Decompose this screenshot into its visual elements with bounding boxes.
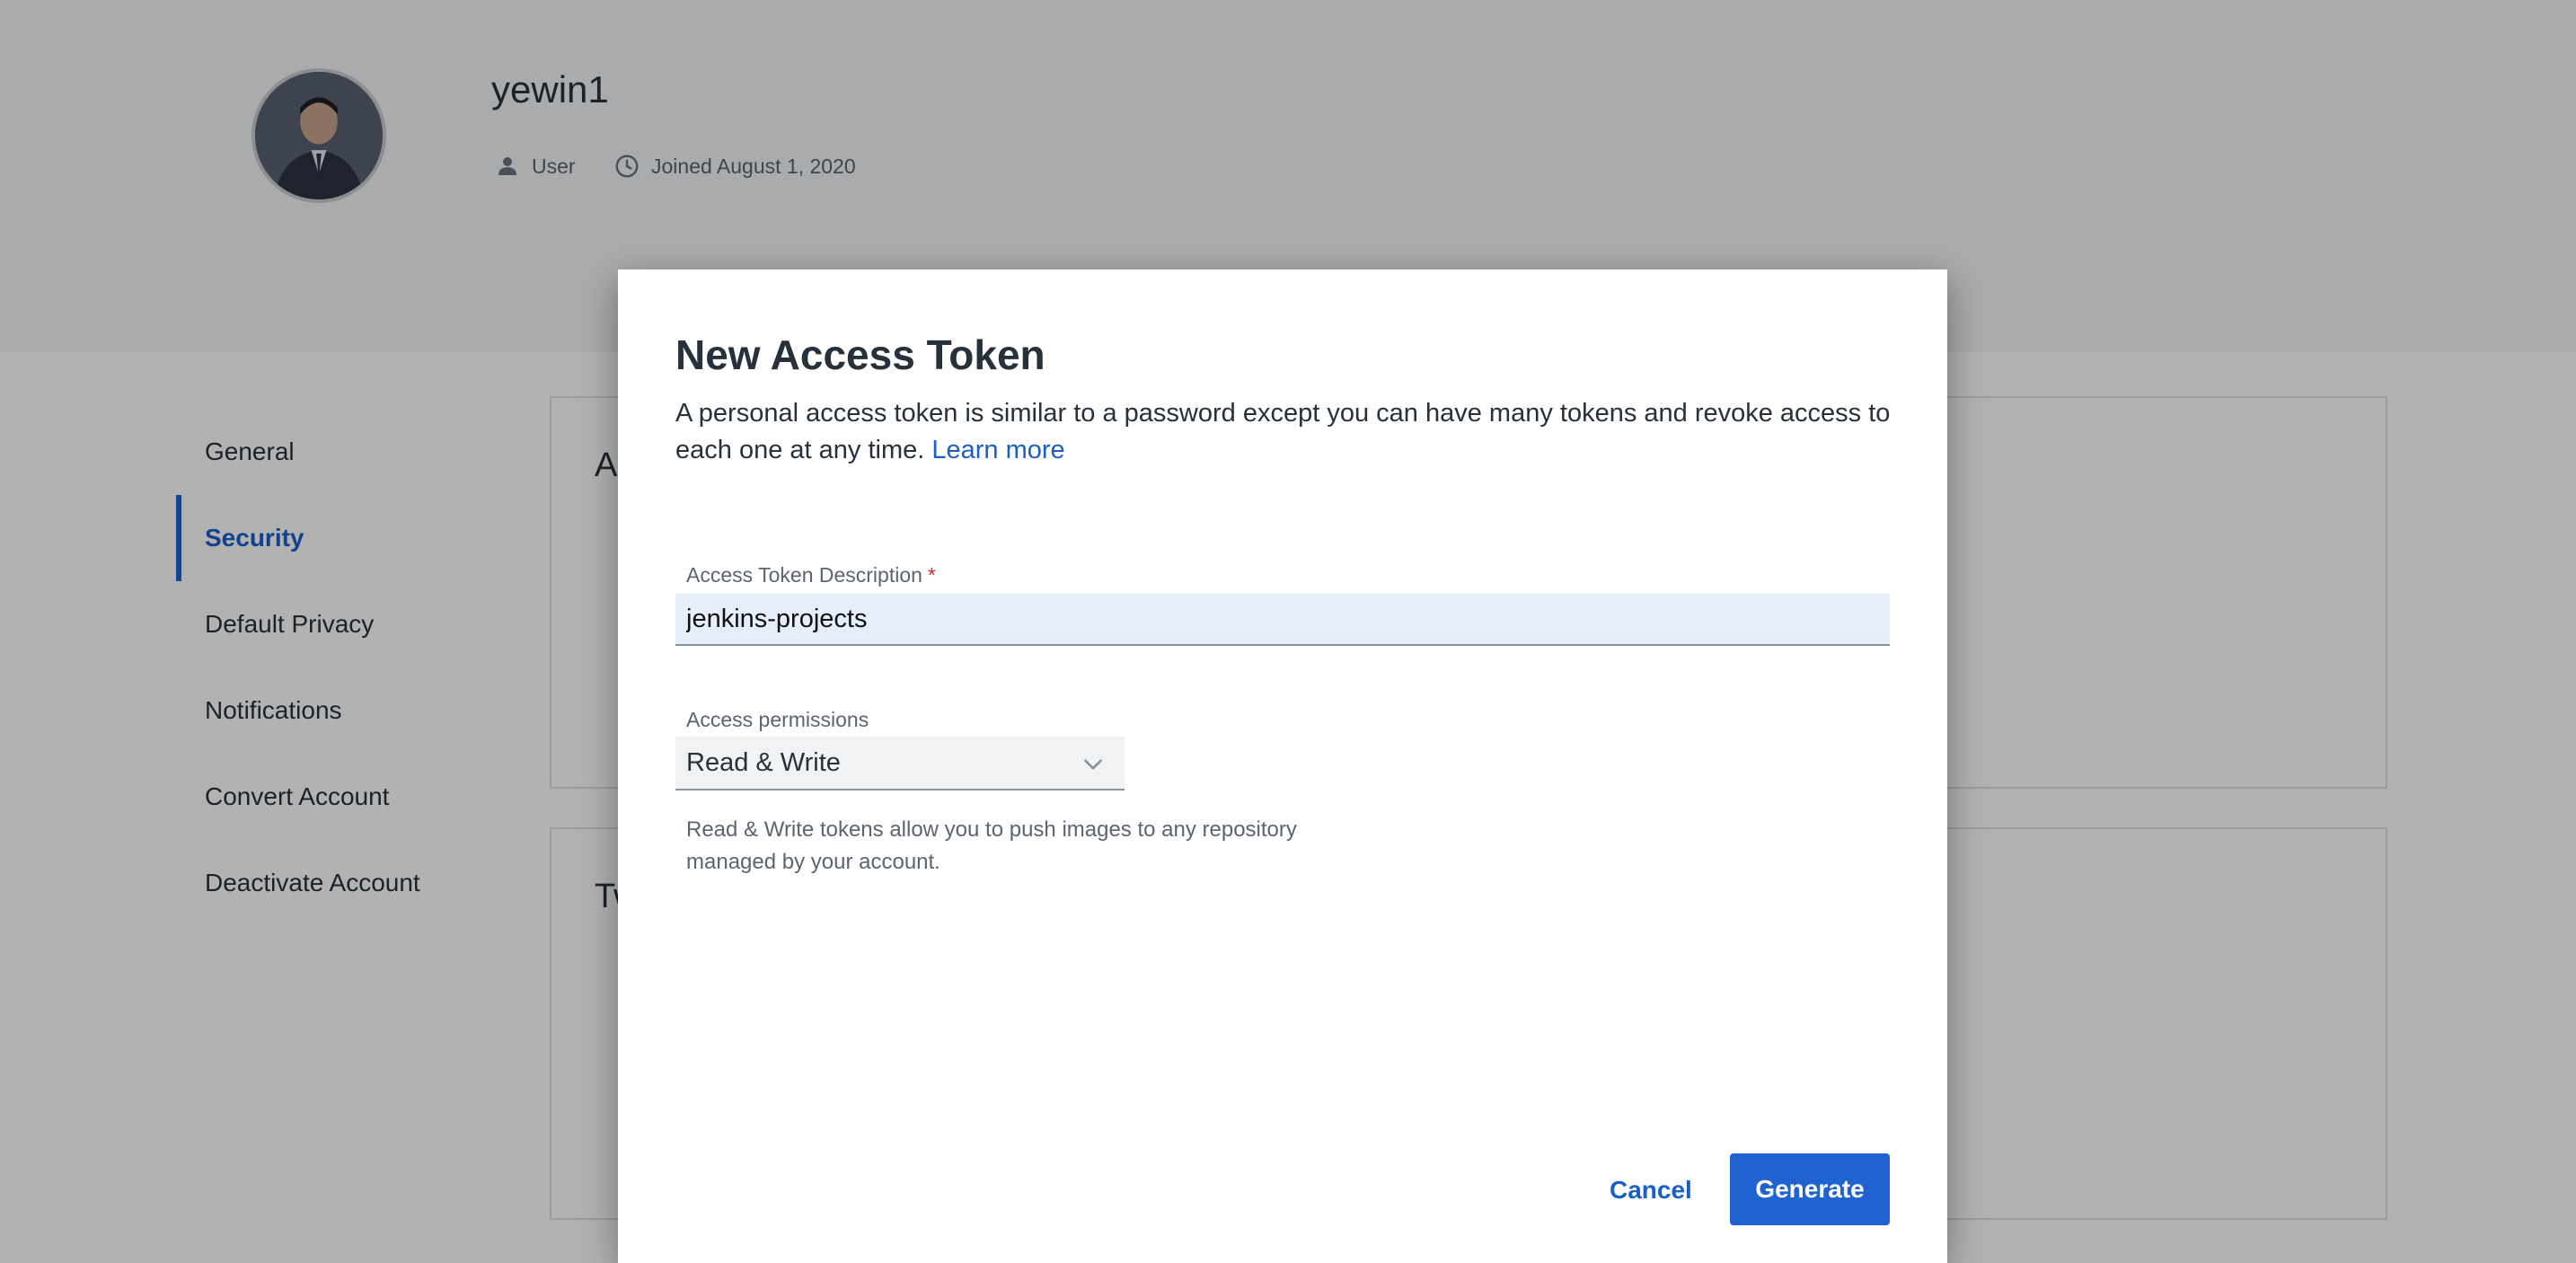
learn-more-link[interactable]: Learn more (931, 436, 1064, 464)
dialog-description-text: A personal access token is similar to a … (675, 399, 1891, 464)
access-permissions-value: Read & Write (686, 747, 841, 777)
dialog-title: New Access Token (675, 331, 1045, 378)
access-permissions-label: Access permissions (686, 708, 869, 731)
generate-button[interactable]: Generate (1730, 1153, 1890, 1225)
access-permissions-select[interactable]: Read & Write (675, 737, 1125, 790)
token-description-input[interactable] (675, 594, 1890, 646)
access-permissions-helper: Read & Write tokens allow you to push im… (686, 817, 1297, 874)
token-description-label: Access Token Description * (686, 563, 936, 587)
cancel-button[interactable]: Cancel (1593, 1154, 1708, 1226)
required-marker: * (927, 563, 936, 587)
new-access-token-dialog: New Access Token A personal access token… (618, 269, 1947, 1263)
chevron-down-icon (1084, 759, 1102, 770)
dialog-description: A personal access token is similar to a … (675, 395, 1897, 469)
token-description-label-text: Access Token Description (686, 563, 922, 587)
